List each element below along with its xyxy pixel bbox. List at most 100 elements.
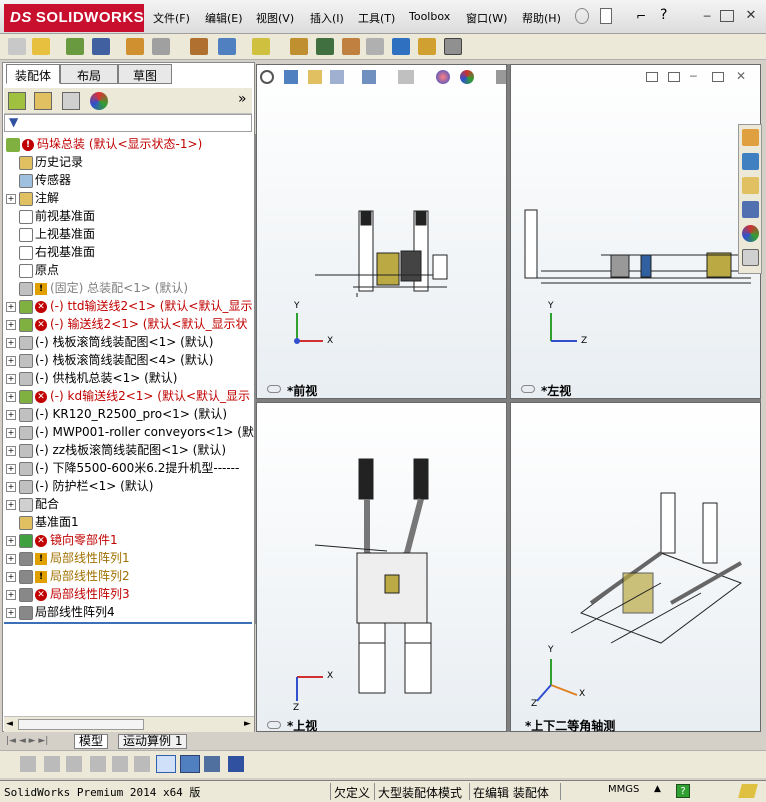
new-part-icon[interactable] <box>8 38 26 55</box>
design-library-icon[interactable] <box>742 153 759 170</box>
home-icon[interactable] <box>742 129 759 146</box>
tree-item[interactable]: + (-) 供栈机总装<1> (默认) <box>6 369 177 387</box>
viewport-isometric[interactable]: Y X Z *上下二等角轴测 <box>510 402 761 733</box>
tree-item[interactable]: 历史记录 <box>6 153 83 171</box>
tree-item[interactable]: + ✕ 局部线性阵列3 <box>6 585 130 603</box>
exploded-view-icon[interactable] <box>366 38 384 55</box>
viewport-split-icon[interactable] <box>646 72 658 82</box>
scroll-right-icon[interactable]: ► <box>244 719 251 729</box>
view-palette-icon[interactable] <box>742 201 759 218</box>
expand-icon[interactable]: + <box>6 463 16 474</box>
tree-item[interactable]: +! 局部线性阵列1 <box>6 549 130 567</box>
expand-icon[interactable]: + <box>6 193 16 204</box>
solidworks-logo[interactable]: DS SOLIDWORKS <box>4 4 144 32</box>
save-view-icon[interactable] <box>228 756 244 772</box>
viewport-split-icon[interactable] <box>668 72 680 82</box>
tree-item[interactable]: + (-) zz栈板滚筒线装配图<1> (默认) <box>6 441 226 459</box>
menu-edit[interactable]: 编辑(E) <box>205 10 243 26</box>
expand-icon[interactable]: + <box>6 553 16 564</box>
tab-scroll-icons[interactable]: |◄ ◄ ► ►| <box>6 736 48 746</box>
tree-item[interactable]: + (-) MWP001-roller conveyors<1> (默认 <box>6 423 254 441</box>
tree-item[interactable]: + (-) 栈板滚筒线装配图<4> (默认) <box>6 351 213 369</box>
menu-toolbox[interactable]: Toolbox <box>409 10 450 23</box>
expand-icon[interactable]: + <box>6 337 16 348</box>
instant3d-icon[interactable] <box>444 38 462 55</box>
expand-icon[interactable]: + <box>6 391 16 402</box>
section-view-icon[interactable] <box>330 70 344 84</box>
feature-tree-icon[interactable] <box>8 92 26 110</box>
options-icon[interactable]: ⌐ <box>636 9 646 23</box>
edit-appearance-icon[interactable] <box>436 70 450 84</box>
assembly-features-icon[interactable] <box>252 38 270 55</box>
help-icon[interactable]: ? <box>660 7 667 23</box>
tree-scrollbar[interactable]: ◄ ► <box>4 716 254 732</box>
new-motion-study-icon[interactable] <box>316 38 334 55</box>
linear-pattern-icon[interactable] <box>126 38 144 55</box>
menu-tools[interactable]: 工具(T) <box>358 10 395 26</box>
display-manager-icon[interactable] <box>90 92 108 110</box>
tab-assembly[interactable]: 装配体 <box>6 64 60 84</box>
play-icon[interactable] <box>44 756 60 772</box>
tree-item[interactable]: +! 局部线性阵列2 <box>6 567 130 585</box>
tree-item[interactable]: + (-) 下降5500-600米6.2提升机型------ <box>6 459 239 477</box>
scroll-thumb[interactable] <box>18 719 144 730</box>
property-manager-icon[interactable] <box>34 92 52 110</box>
file-explorer-icon[interactable] <box>742 177 759 194</box>
expand-icon[interactable]: + <box>6 535 16 546</box>
viewport-minimize-icon[interactable]: ─ <box>690 70 697 83</box>
viewport-top[interactable]: X Z *上视 <box>256 402 507 733</box>
menu-insert[interactable]: 插入(I) <box>310 10 344 26</box>
view-link-icon[interactable] <box>267 721 281 729</box>
menu-window[interactable]: 窗口(W) <box>466 10 507 26</box>
tree-item[interactable]: + (-) KR120_R2500_pro<1> (默认) <box>6 405 227 423</box>
swap-icon[interactable] <box>134 756 150 772</box>
expand-icon[interactable]: + <box>6 481 16 492</box>
grid-icon[interactable] <box>112 756 128 772</box>
calculate-icon[interactable] <box>20 756 36 772</box>
scroll-left-icon[interactable]: ◄ <box>6 719 13 729</box>
viewport-front[interactable]: Y X *前视 <box>256 64 507 399</box>
viewport-left[interactable]: Y Z *左视 <box>510 64 761 399</box>
insert-component-icon[interactable] <box>66 38 84 55</box>
expand-icon[interactable]: + <box>6 409 16 420</box>
show-hidden-icon[interactable] <box>218 38 236 55</box>
expand-icon[interactable]: + <box>6 427 16 438</box>
tree-item[interactable]: + ✕ (-) kd输送线2<1> (默认<默认_显示 <box>6 387 250 405</box>
view-link-icon[interactable] <box>521 385 535 393</box>
expand-icon[interactable]: + <box>6 301 16 312</box>
restore-icon[interactable] <box>720 10 734 22</box>
tab-sketch[interactable]: 草图 <box>118 64 172 84</box>
new-document-icon[interactable] <box>600 8 612 24</box>
layout-icon[interactable] <box>156 755 176 773</box>
units-selector[interactable]: MMGS <box>608 784 639 795</box>
tree-item[interactable]: 原点 <box>6 261 59 279</box>
zoom-area-icon[interactable] <box>284 70 298 84</box>
reference-geometry-icon[interactable] <box>290 38 308 55</box>
display-style-icon[interactable] <box>398 70 414 84</box>
mate-icon[interactable] <box>92 38 110 55</box>
apply-scene-icon[interactable] <box>460 70 474 84</box>
expand-icon[interactable]: + <box>6 589 16 600</box>
help-status-icon[interactable]: ? <box>676 784 690 798</box>
expand-icon[interactable]: + <box>6 319 16 330</box>
3d-view-icon[interactable] <box>180 755 200 773</box>
tree-item[interactable]: 前视基准面 <box>6 207 95 225</box>
pin-icon[interactable] <box>575 8 589 24</box>
tree-item[interactable]: 上视基准面 <box>6 225 95 243</box>
tree-item[interactable]: + ✕ 镜向零部件1 <box>6 531 118 549</box>
tab-model[interactable]: 模型 <box>74 734 109 749</box>
menu-view[interactable]: 视图(V) <box>256 10 294 26</box>
expand-icon[interactable]: + <box>6 571 16 582</box>
configuration-manager-icon[interactable] <box>62 92 80 110</box>
tree-item[interactable]: 右视基准面 <box>6 243 95 261</box>
tree-item[interactable]: ! (固定) 总装配<1> (默认) <box>6 279 188 297</box>
tree-item[interactable]: 传感器 <box>6 171 71 189</box>
tree-item[interactable]: + (-) 栈板滚筒线装配图<1> (默认) <box>6 333 213 351</box>
tree-item[interactable]: + 注解 <box>6 189 59 207</box>
expand-icon[interactable]: + <box>6 499 16 510</box>
tree-item[interactable]: + ✕ (-) ttd输送线2<1> (默认<默认_显示 <box>6 297 252 315</box>
list-icon[interactable] <box>90 756 106 772</box>
appearances-icon[interactable] <box>742 225 759 242</box>
menu-file[interactable]: 文件(F) <box>153 10 190 26</box>
smart-fasteners-icon[interactable] <box>152 38 170 55</box>
